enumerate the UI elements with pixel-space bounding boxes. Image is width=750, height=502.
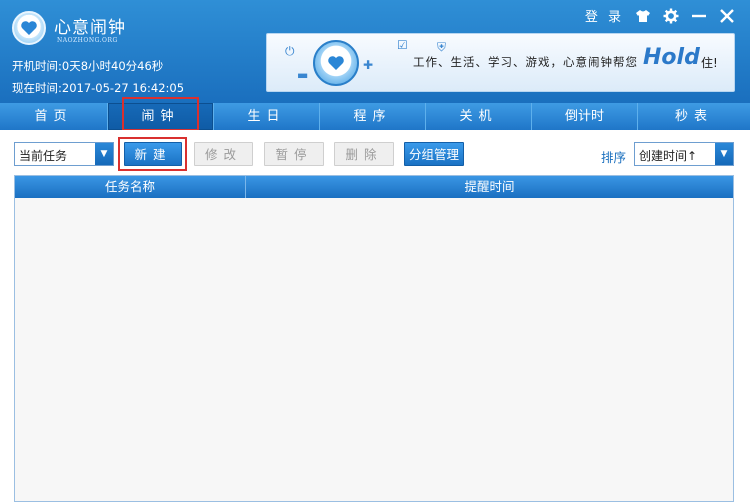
new-button[interactable]: 新建 <box>124 142 182 166</box>
task-filter-value: 当前任务 <box>19 149 68 163</box>
chevron-down-icon[interactable]: ▼ <box>715 143 733 165</box>
banner-hold: Hold <box>643 45 700 70</box>
uptime-label: 开机时间: <box>12 59 62 73</box>
shirt-icon[interactable] <box>634 7 652 25</box>
minimize-icon[interactable] <box>690 7 708 25</box>
tab-countdown[interactable]: 倒计时 <box>532 103 638 130</box>
checklist-icon: ☑ <box>397 38 408 52</box>
column-remind-time[interactable]: 提醒时间 <box>246 176 733 198</box>
task-table: 任务名称 提醒时间 <box>14 175 734 502</box>
banner-tail: 住! <box>701 56 718 70</box>
medkit-icon: ✚ <box>363 58 374 72</box>
tab-shutdown[interactable]: 关机 <box>426 103 532 130</box>
current-time-value: 2017-05-27 16:42:05 <box>61 81 185 95</box>
window-controls: 登 录 <box>585 6 736 25</box>
sort-label: 排序 <box>601 150 627 165</box>
column-task-name[interactable]: 任务名称 <box>15 176 246 198</box>
group-manage-button[interactable]: 分组管理 <box>404 142 464 166</box>
tab-program[interactable]: 程序 <box>320 103 426 130</box>
heart-icon <box>21 21 37 35</box>
clock-icon <box>313 40 359 86</box>
promo-banner: ⏻ ▬ ✚ ☑ ⛨ 工作、生活、学习、游戏，心意闹钟帮您 Hold 住! <box>266 33 735 92</box>
pause-button[interactable]: 暂停 <box>264 142 324 166</box>
table-header: 任务名称 提醒时间 <box>15 176 733 198</box>
uptime-value: 0天8小时40分46秒 <box>61 59 164 73</box>
tab-alarm[interactable]: 闹钟 <box>108 103 214 130</box>
app-title: 心意闹钟 <box>54 18 126 38</box>
gear-icon[interactable] <box>662 7 680 25</box>
shield-icon: ⛨ <box>437 40 447 54</box>
main-nav: 首页 闹钟 生日 程序 关机 倒计时 秒表 <box>0 103 750 130</box>
app-subtitle: NAOZHONG.ORG <box>57 37 118 44</box>
close-icon[interactable] <box>718 7 736 25</box>
login-link[interactable]: 登 录 <box>585 6 624 25</box>
tab-home[interactable]: 首页 <box>0 103 108 130</box>
chevron-down-icon[interactable]: ▼ <box>95 143 113 165</box>
title-bar: 心意闹钟 NAOZHONG.ORG 开机时间:0天8小时40分46秒 现在时间:… <box>0 0 750 103</box>
task-filter-select[interactable]: 当前任务 ▼ <box>14 142 114 166</box>
power-icon: ⏻ <box>285 44 295 58</box>
sort-select[interactable]: 创建时间↑ ▼ <box>634 142 734 166</box>
app-logo <box>12 11 46 45</box>
uptime-line: 开机时间:0天8小时40分46秒 <box>12 58 163 74</box>
delete-button[interactable]: 删除 <box>334 142 394 166</box>
tab-stopwatch[interactable]: 秒表 <box>638 103 750 130</box>
current-time-label: 现在时间: <box>12 81 62 95</box>
banner-slogan: 工作、生活、学习、游戏，心意闹钟帮您 <box>413 55 638 69</box>
edit-button[interactable]: 修改 <box>194 142 253 166</box>
sort-value: 创建时间↑ <box>639 149 698 163</box>
tab-birthday[interactable]: 生日 <box>214 103 320 130</box>
current-time-line: 现在时间:2017-05-27 16:42:05 <box>12 80 184 96</box>
computer-icon: ▬ <box>297 68 309 82</box>
